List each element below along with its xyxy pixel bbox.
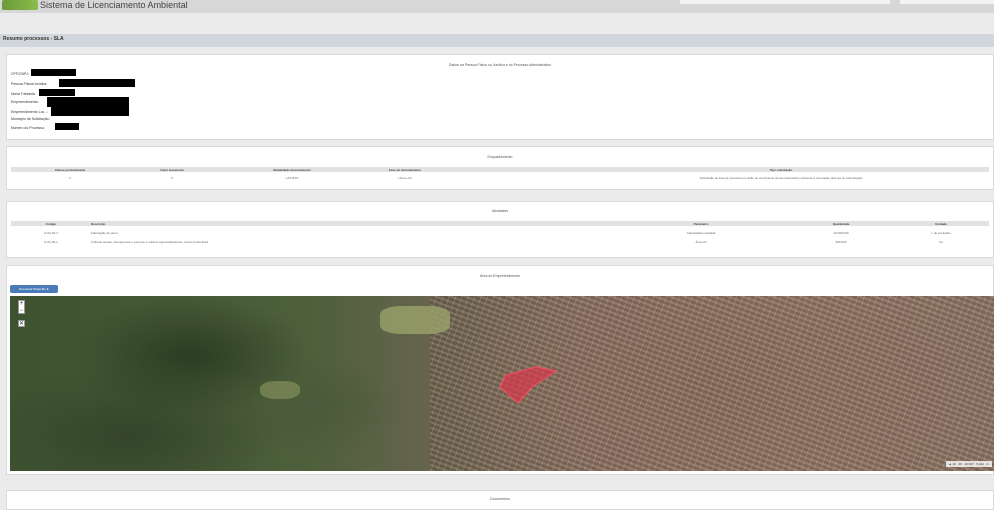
atividades-card: Atividades Código Descrição Parâmetro Qu… xyxy=(6,201,994,258)
atividades-title: Atividades xyxy=(491,209,509,213)
section-title: Resumo processos - SLA xyxy=(3,36,64,42)
column-header: Modalidade licenciamento xyxy=(273,168,311,172)
table-cell: D-02-03-4 xyxy=(44,231,58,235)
table-cell: Área útil xyxy=(695,240,707,244)
empreendimento-polygon[interactable] xyxy=(498,365,558,405)
table-cell: Fabricação de pisos xyxy=(91,231,118,235)
field-municipio: Município de Solicitação: xyxy=(11,117,50,121)
map-attribution: ▲ 10 · 20 · 10.937 · 5.444 · m xyxy=(945,461,992,467)
redacted-block xyxy=(39,89,75,96)
table-cell: 3 xyxy=(69,176,71,180)
table-cell: LP+LI+LO xyxy=(398,176,412,180)
documentos-title: Documentos xyxy=(490,497,510,501)
column-header: Unidade xyxy=(935,222,947,226)
satellite-map[interactable]: + − ✕ ▲ 10 · 20 · 10.937 · 5.444 · m xyxy=(10,296,994,471)
column-header: Classe predominante xyxy=(54,168,86,172)
column-header: Código xyxy=(45,222,57,226)
top-search-field[interactable] xyxy=(680,0,890,4)
person-card-title: Dados da Pessoa Física ou Jurídica e do … xyxy=(448,63,552,67)
map-title: Área do Empreendimento xyxy=(480,274,520,278)
field-nome-fantasia: Nome Fantasia: xyxy=(11,92,36,96)
field-pessoa: Pessoa Física/Jurídica: xyxy=(11,82,48,86)
zoom-control[interactable]: + − xyxy=(18,300,25,314)
table-cell: 0 xyxy=(171,176,173,180)
field-numero: Número do Processo: xyxy=(11,126,45,130)
column-header: Tipo solicitação xyxy=(769,168,793,172)
field-empreendimento-loc: Empreendimento Loc...: xyxy=(11,110,49,114)
redacted-block xyxy=(55,123,79,130)
person-data-card: Dados da Pessoa Física ou Jurídica e do … xyxy=(6,54,994,140)
table-cell: 500,000 xyxy=(835,240,847,244)
redacted-block xyxy=(31,69,76,76)
enquadramento-title: Enquadramento xyxy=(487,155,513,159)
table-cell: Capacidade instalada xyxy=(686,231,716,235)
app-title: Sistema de Licenciamento Ambiental xyxy=(40,0,188,10)
table-cell: ha xyxy=(939,240,943,244)
enquadramento-card: Enquadramento Classe predominante Fator … xyxy=(6,146,994,190)
fullscreen-button[interactable]: ✕ xyxy=(18,320,25,327)
column-header: Quantidade xyxy=(832,222,850,226)
enquadramento-table-header: Classe predominante Fator locacional Mod… xyxy=(11,167,989,172)
redacted-block xyxy=(51,106,129,116)
top-bar: Sistema de Licenciamento Ambiental xyxy=(0,0,994,13)
documentos-card: Documentos xyxy=(6,490,994,510)
column-header: Fator locacional xyxy=(160,168,184,172)
redacted-block xyxy=(59,79,135,87)
field-empreendimento: Empreendimento: xyxy=(11,100,39,104)
table-cell: Culturas anuais, semiperenes e perenes e… xyxy=(91,240,209,244)
field-area xyxy=(380,306,450,334)
top-user-field[interactable] xyxy=(900,0,994,4)
table-cell: Solicitação de licença corretiva em razã… xyxy=(699,176,863,180)
download-shapefile-button[interactable]: Download Shapefile ⬇ xyxy=(10,285,58,293)
zoom-in-button[interactable]: + xyxy=(19,301,24,308)
table-cell: G-01-03-1 xyxy=(44,240,58,244)
download-shapefile-label: Download Shapefile xyxy=(18,287,46,291)
column-header: Fase do licenciamento xyxy=(388,168,422,172)
table-cell: L de produção xyxy=(931,231,951,235)
field-cpf: CPF/CNPJ: xyxy=(11,72,30,76)
column-header: Descrição xyxy=(91,222,106,226)
column-header: Parâmetro xyxy=(693,222,709,226)
app-logo[interactable] xyxy=(2,0,38,10)
table-cell: 10.000,000 xyxy=(833,231,849,235)
atividades-table-header: Código Descrição Parâmetro Quantidade Un… xyxy=(11,221,989,226)
field-area xyxy=(260,381,300,399)
zoom-out-button[interactable]: − xyxy=(19,308,24,315)
section-header: Resumo processos - SLA xyxy=(0,34,994,47)
table-cell: LAS RAS xyxy=(285,176,299,180)
